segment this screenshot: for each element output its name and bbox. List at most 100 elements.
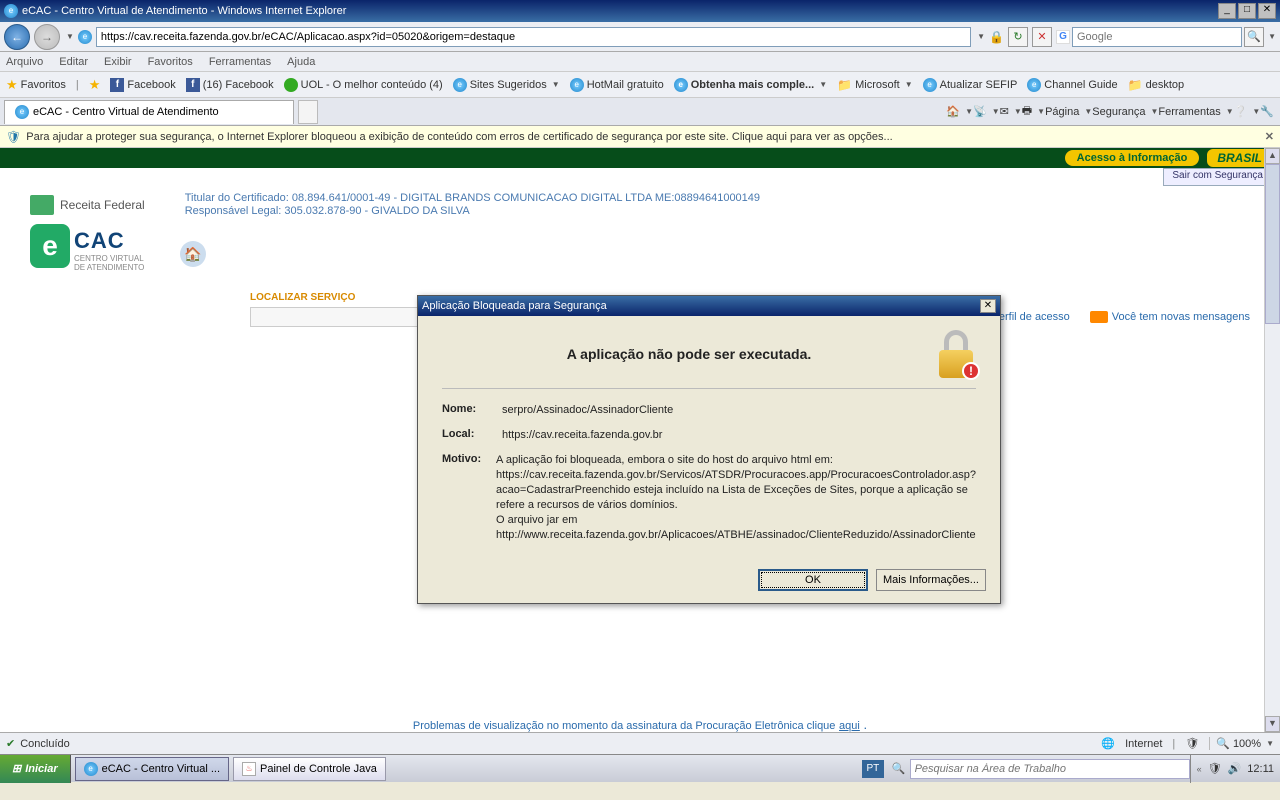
fav-microsoft[interactable]: 📁Microsoft▼ [837, 78, 913, 92]
task-label: Painel de Controle Java [260, 763, 377, 775]
forward-button[interactable]: → [34, 24, 60, 50]
new-tab-button[interactable] [298, 100, 318, 124]
ie-icon: e [674, 78, 688, 92]
ie-icon: e [570, 78, 584, 92]
search-input[interactable] [1072, 27, 1242, 47]
home-button[interactable]: 🏠▼ [946, 105, 973, 118]
search-box: G 🔍 ▼ [1056, 27, 1276, 47]
cmd-seguranca[interactable]: Segurança▼ [1092, 106, 1158, 118]
ecac-sub1: CENTRO VIRTUAL [74, 254, 144, 263]
lock-icon[interactable]: 🔒 [989, 30, 1004, 44]
address-input[interactable] [96, 27, 971, 47]
search-button[interactable]: 🔍 [1244, 27, 1264, 47]
star-add-icon: ★ [89, 77, 101, 93]
folder-icon: 📁 [837, 78, 852, 92]
clock[interactable]: 12:11 [1247, 763, 1274, 775]
novas-mensagens-button[interactable]: Você tem novas mensagens [1090, 311, 1250, 323]
desktop-search-icon[interactable]: 🔍 [892, 762, 906, 775]
cmd-ferramentas[interactable]: Ferramentas▼ [1158, 106, 1233, 118]
vertical-scrollbar[interactable]: ▲ ▼ [1264, 148, 1280, 732]
fav-facebook[interactable]: fFacebook [110, 78, 175, 92]
refresh-button[interactable]: ↻ [1008, 27, 1028, 47]
fav-obtenha[interactable]: eObtenha mais comple...▼ [674, 78, 827, 92]
feeds-button[interactable]: 📡▼ [973, 105, 1000, 118]
fav-label: Sites Sugeridos [470, 79, 547, 91]
envelope-icon [1090, 311, 1108, 323]
back-button[interactable]: ← [4, 24, 30, 50]
menu-editar[interactable]: Editar [59, 56, 88, 68]
fav-hotmail[interactable]: eHotMail gratuito [570, 78, 664, 92]
ecac-sub2: DE ATENDIMENTO [74, 263, 144, 272]
fav-channel[interactable]: eChannel Guide [1027, 78, 1117, 92]
tab-label: eCAC - Centro Virtual de Atendimento [33, 106, 219, 118]
fav-uol[interactable]: UOL - O melhor conteúdo (4) [284, 78, 443, 92]
aqui-link[interactable]: aqui [839, 720, 860, 732]
fav-sites-sugeridos[interactable]: eSites Sugeridos▼ [453, 78, 560, 92]
sair-button[interactable]: Sair com Segurança [1163, 168, 1272, 186]
taskbar-item-ecac[interactable]: e eCAC - Centro Virtual ... [75, 757, 229, 781]
fav-sefip[interactable]: eAtualizar SEFIP [923, 78, 1018, 92]
scroll-up-button[interactable]: ▲ [1265, 148, 1280, 164]
history-dropdown[interactable]: ▼ [66, 32, 74, 41]
windows-icon: ⊞ [12, 762, 21, 775]
tray-icon[interactable]: 🔊 [1228, 762, 1242, 775]
ecac-home-button[interactable]: 🏠 [180, 241, 206, 267]
fav-facebook-16[interactable]: f(16) Facebook [186, 78, 274, 92]
minimize-button[interactable]: _ [1218, 3, 1236, 19]
start-button[interactable]: ⊞ Iniciar [0, 755, 71, 783]
address-bar [96, 27, 971, 47]
nome-label: Nome: [442, 403, 502, 418]
favorites-button[interactable]: ★Favoritos [6, 77, 66, 93]
fav-label: (16) Facebook [203, 79, 274, 91]
fav-label: Channel Guide [1044, 79, 1117, 91]
fav-desktop[interactable]: 📁desktop [1128, 78, 1184, 92]
stop-button[interactable]: ✕ [1032, 27, 1052, 47]
desktop-search-input[interactable] [910, 759, 1190, 779]
certificate-info: Titular do Certificado: 08.894.641/0001-… [185, 192, 760, 218]
localizar-label: LOCALIZAR SERVIÇO [250, 292, 355, 303]
ok-button[interactable]: OK [758, 569, 868, 591]
browser-tab[interactable]: e eCAC - Centro Virtual de Atendimento [4, 100, 294, 124]
menu-arquivo[interactable]: Arquivo [6, 56, 43, 68]
brasil-logo[interactable]: BRASIL [1207, 149, 1272, 167]
folder-icon: 📁 [1128, 78, 1143, 92]
motivo-value: A aplicação foi bloqueada, embora o site… [496, 453, 976, 543]
security-infobar[interactable]: 🛡 Para ajudar a proteger sua segurança, … [0, 126, 1280, 148]
fav-label: Microsoft [855, 79, 900, 91]
address-dropdown[interactable]: ▼ [977, 32, 985, 41]
tray-expand-icon[interactable]: « [1197, 764, 1202, 774]
mais-informacoes-button[interactable]: Mais Informações... [876, 569, 986, 591]
menu-ferramentas[interactable]: Ferramentas [209, 56, 271, 68]
acesso-informacao-button[interactable]: Acesso à Informação [1065, 150, 1200, 166]
mail-button[interactable]: ✉▼ [1000, 105, 1022, 118]
infobar-close-button[interactable]: ✕ [1265, 130, 1274, 143]
scroll-thumb[interactable] [1265, 164, 1280, 324]
zoom-control[interactable]: 🔍 100% ▼ [1209, 737, 1274, 750]
help-button[interactable]: ❔▼ [1234, 105, 1261, 118]
dialog-close-button[interactable]: ✕ [980, 299, 996, 313]
java-icon: ♨ [242, 762, 256, 776]
print-button[interactable]: 🖶▼ [1022, 102, 1045, 121]
separator: | [76, 79, 79, 91]
chevron-down-icon: ▼ [552, 80, 560, 89]
maximize-button[interactable]: □ [1238, 3, 1256, 19]
menu-favoritos[interactable]: Favoritos [148, 56, 193, 68]
link-label: Você tem novas mensagens [1112, 311, 1250, 323]
tray-icon[interactable]: 🛡 [1208, 762, 1222, 775]
menu-exibir[interactable]: Exibir [104, 56, 132, 68]
fav-label: UOL - O melhor conteúdo (4) [301, 79, 443, 91]
language-indicator[interactable]: PT [862, 760, 884, 778]
ie-icon: e [923, 78, 937, 92]
cmd-label: Ferramentas [1158, 106, 1220, 118]
cmd-pagina[interactable]: Página▼ [1045, 106, 1092, 118]
fav-addpage[interactable]: ★ [89, 77, 101, 93]
menu-ajuda[interactable]: Ajuda [287, 56, 315, 68]
scroll-down-button[interactable]: ▼ [1265, 716, 1280, 732]
taskbar-item-java[interactable]: ♨ Painel de Controle Java [233, 757, 386, 781]
lock-warning-icon: ! [936, 330, 976, 378]
window-close-button[interactable]: ✕ [1258, 3, 1276, 19]
receita-federal-logo: Receita Federal [30, 192, 145, 218]
search-dropdown[interactable]: ▼ [1268, 32, 1276, 41]
tools-icon-button[interactable]: 🔧 [1260, 105, 1274, 118]
zoom-value: 100% [1233, 738, 1261, 750]
